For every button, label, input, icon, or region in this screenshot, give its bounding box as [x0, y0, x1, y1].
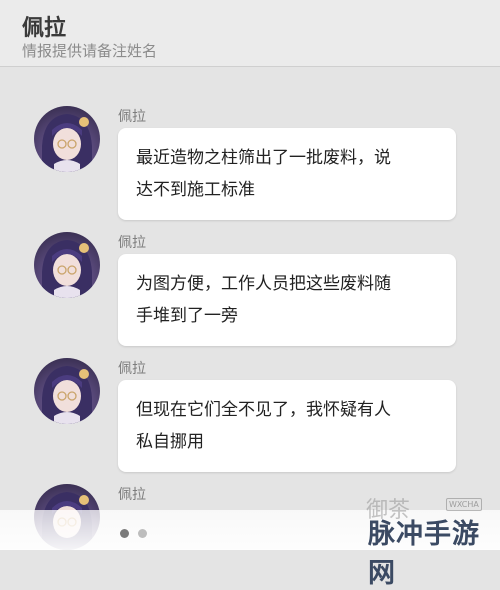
- message-bubble: 但现在它们全不见了，我怀疑有人 私自挪用: [118, 380, 456, 472]
- character-portrait-icon: [42, 114, 92, 172]
- contact-name: 佩拉: [22, 16, 67, 41]
- watermark-badge: WXCHA: [446, 498, 482, 511]
- message-line: 最近造物之柱筛出了一批废料，说: [136, 148, 391, 168]
- page-dot-active[interactable]: [120, 529, 129, 538]
- avatar[interactable]: [34, 106, 100, 172]
- message-line: 为图方便，工作人员把这些废料随: [136, 274, 391, 294]
- message-line: 手堆到了一旁: [136, 306, 238, 326]
- sender-name: 佩拉: [118, 487, 146, 503]
- page-dot[interactable]: [138, 529, 148, 538]
- chat-header: 佩拉 情报提供请备注姓名: [0, 0, 500, 67]
- sender-name: 佩拉: [118, 235, 146, 251]
- avatar[interactable]: [34, 232, 100, 298]
- sender-name: 佩拉: [118, 109, 146, 125]
- contact-subtitle: 情报提供请备注姓名: [22, 42, 158, 60]
- avatar[interactable]: [34, 358, 100, 424]
- message-line: 但现在它们全不见了，我怀疑有人: [136, 400, 391, 420]
- message-line: 私自挪用: [136, 432, 204, 452]
- page-indicator: [120, 523, 151, 542]
- character-portrait-icon: [42, 366, 92, 424]
- message-bubble: 最近造物之柱筛出了一批废料，说 达不到施工标准: [118, 128, 456, 220]
- character-portrait-icon: [42, 240, 92, 298]
- message-bubble: 为图方便，工作人员把这些废料随 手堆到了一旁: [118, 254, 456, 346]
- message-line: 达不到施工标准: [136, 180, 255, 200]
- site-logo: 脉冲手游网: [368, 519, 480, 589]
- sender-name: 佩拉: [118, 361, 146, 377]
